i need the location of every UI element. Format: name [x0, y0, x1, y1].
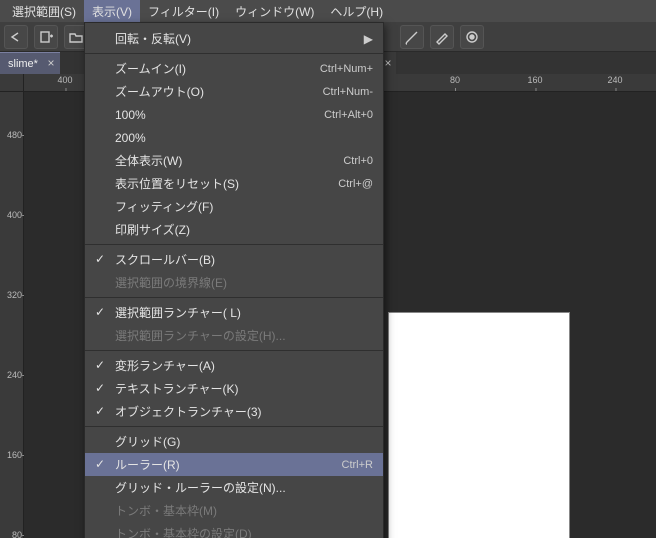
menu-item: トンボ・基本枠(M) [85, 499, 383, 522]
tab-document[interactable]: slime* × [0, 52, 60, 74]
menu-item-label: トンボ・基本枠(M) [115, 502, 217, 519]
menu-separator [85, 426, 383, 427]
menu-view[interactable]: 表示(V) [84, 0, 140, 22]
menu-item[interactable]: ✓ スクロールバー(B) [85, 248, 383, 271]
menu-item-label: スクロールバー(B) [115, 251, 215, 268]
menu-separator [85, 244, 383, 245]
menu-item-label: オブジェクトランチャー(3) [115, 403, 262, 420]
menu-item-label: テキストランチャー(K) [115, 380, 239, 397]
menu-item[interactable]: ✓ 選択範囲ランチャー( L) [85, 301, 383, 324]
menu-filter[interactable]: フィルター(I) [140, 0, 227, 22]
menu-item[interactable]: ✓ 変形ランチャー(A) [85, 354, 383, 377]
menu-separator [85, 297, 383, 298]
menu-item-label: ズームアウト(O) [115, 83, 204, 100]
tool-brush-icon[interactable] [400, 25, 424, 49]
ruler-tick: 80 [450, 75, 460, 85]
canvas-page [389, 313, 569, 538]
menu-item[interactable]: 200% [85, 126, 383, 149]
chevron-right-icon: ▶ [364, 32, 373, 46]
check-icon: ✓ [95, 457, 105, 471]
menu-item-shortcut: Ctrl+0 [343, 155, 373, 167]
menu-item[interactable]: グリッド・ルーラーの設定(N)... [85, 476, 383, 499]
check-icon: ✓ [95, 252, 105, 266]
menu-item-label: 100% [115, 108, 146, 122]
ruler-corner [0, 74, 24, 92]
ruler-vertical: 480400320240160800 [0, 92, 24, 538]
ruler-tick: 480 [2, 130, 22, 140]
menu-item-label: トンボ・基本枠の設定(D) [115, 525, 252, 538]
menu-item-label: グリッド・ルーラーの設定(N)... [115, 479, 286, 496]
ruler-tick: 400 [2, 210, 22, 220]
tool-new-icon[interactable] [34, 25, 58, 49]
menu-item[interactable]: 100% Ctrl+Alt+0 [85, 103, 383, 126]
menu-item-label: フィッティング(F) [115, 198, 213, 215]
menu-item-label: 表示位置をリセット(S) [115, 175, 239, 192]
menu-item[interactable]: ✓ オブジェクトランチャー(3) [85, 400, 383, 423]
menu-item[interactable]: 印刷サイズ(Z) [85, 218, 383, 241]
menu-item-shortcut: Ctrl+R [342, 459, 373, 471]
menu-item-shortcut: Ctrl+Alt+0 [324, 109, 373, 121]
close-icon[interactable]: × [44, 56, 58, 70]
menu-item-label: 全体表示(W) [115, 152, 182, 169]
menu-item[interactable]: フィッティング(F) [85, 195, 383, 218]
menu-item-label: グリッド(G) [115, 433, 180, 450]
ruler-tick: 320 [2, 290, 22, 300]
check-icon: ✓ [95, 404, 105, 418]
menu-item: 選択範囲の境界線(E) [85, 271, 383, 294]
view-menu-dropdown: 回転・反転(V) ▶ ズームイン(I) Ctrl+Num+ ズームアウト(O) Ctrl+… [84, 22, 384, 538]
menu-item-label: 200% [115, 131, 146, 145]
ruler-tick: 80 [2, 530, 22, 538]
ruler-tick: 240 [607, 75, 622, 85]
ruler-tick: 240 [2, 370, 22, 380]
tool-undo-icon[interactable] [4, 25, 28, 49]
menu-item[interactable]: 表示位置をリセット(S) Ctrl+@ [85, 172, 383, 195]
menu-item-shortcut: Ctrl+@ [338, 178, 373, 190]
ruler-tick: 400 [57, 75, 72, 85]
menu-item-shortcut: Ctrl+Num+ [320, 63, 373, 75]
check-icon: ✓ [95, 305, 105, 319]
tool-pen-icon[interactable] [430, 25, 454, 49]
menu-item-label: ズームイン(I) [115, 60, 186, 77]
menu-item-label: ルーラー(R) [115, 456, 180, 473]
menu-separator [85, 53, 383, 54]
menu-item-label: 選択範囲ランチャー( L) [115, 304, 241, 321]
ruler-tick: 160 [527, 75, 542, 85]
menubar: 選択範囲(S) 表示(V) フィルター(I) ウィンドウ(W) ヘルプ(H) [0, 0, 656, 22]
menu-item-label: 印刷サイズ(Z) [115, 221, 190, 238]
menu-item[interactable]: グリッド(G) [85, 430, 383, 453]
menu-selection[interactable]: 選択範囲(S) [4, 0, 84, 22]
ruler-tick: 160 [2, 450, 22, 460]
check-icon: ✓ [95, 358, 105, 372]
check-icon: ✓ [95, 381, 105, 395]
menu-item-shortcut: Ctrl+Num- [323, 86, 373, 98]
menu-window[interactable]: ウィンドウ(W) [227, 0, 322, 22]
tool-eye-icon[interactable] [460, 25, 484, 49]
menu-item-label: 選択範囲ランチャーの設定(H)... [115, 327, 286, 344]
tab-title: slime* [8, 58, 38, 70]
menu-item-label: 回転・反転(V) [115, 30, 191, 47]
menu-item: トンボ・基本枠の設定(D) [85, 522, 383, 538]
menu-item: 選択範囲ランチャーの設定(H)... [85, 324, 383, 347]
menu-item-label: 変形ランチャー(A) [115, 357, 215, 374]
menu-item[interactable]: ズームイン(I) Ctrl+Num+ [85, 57, 383, 80]
menu-item[interactable]: 全体表示(W) Ctrl+0 [85, 149, 383, 172]
menu-item-label: 選択範囲の境界線(E) [115, 274, 227, 291]
menu-item[interactable]: 回転・反転(V) ▶ [85, 27, 383, 50]
menu-item[interactable]: ✓ テキストランチャー(K) [85, 377, 383, 400]
menu-separator [85, 350, 383, 351]
menu-help[interactable]: ヘルプ(H) [322, 0, 391, 22]
menu-item[interactable]: ✓ ルーラー(R) Ctrl+R [85, 453, 383, 476]
menu-item[interactable]: ズームアウト(O) Ctrl+Num- [85, 80, 383, 103]
